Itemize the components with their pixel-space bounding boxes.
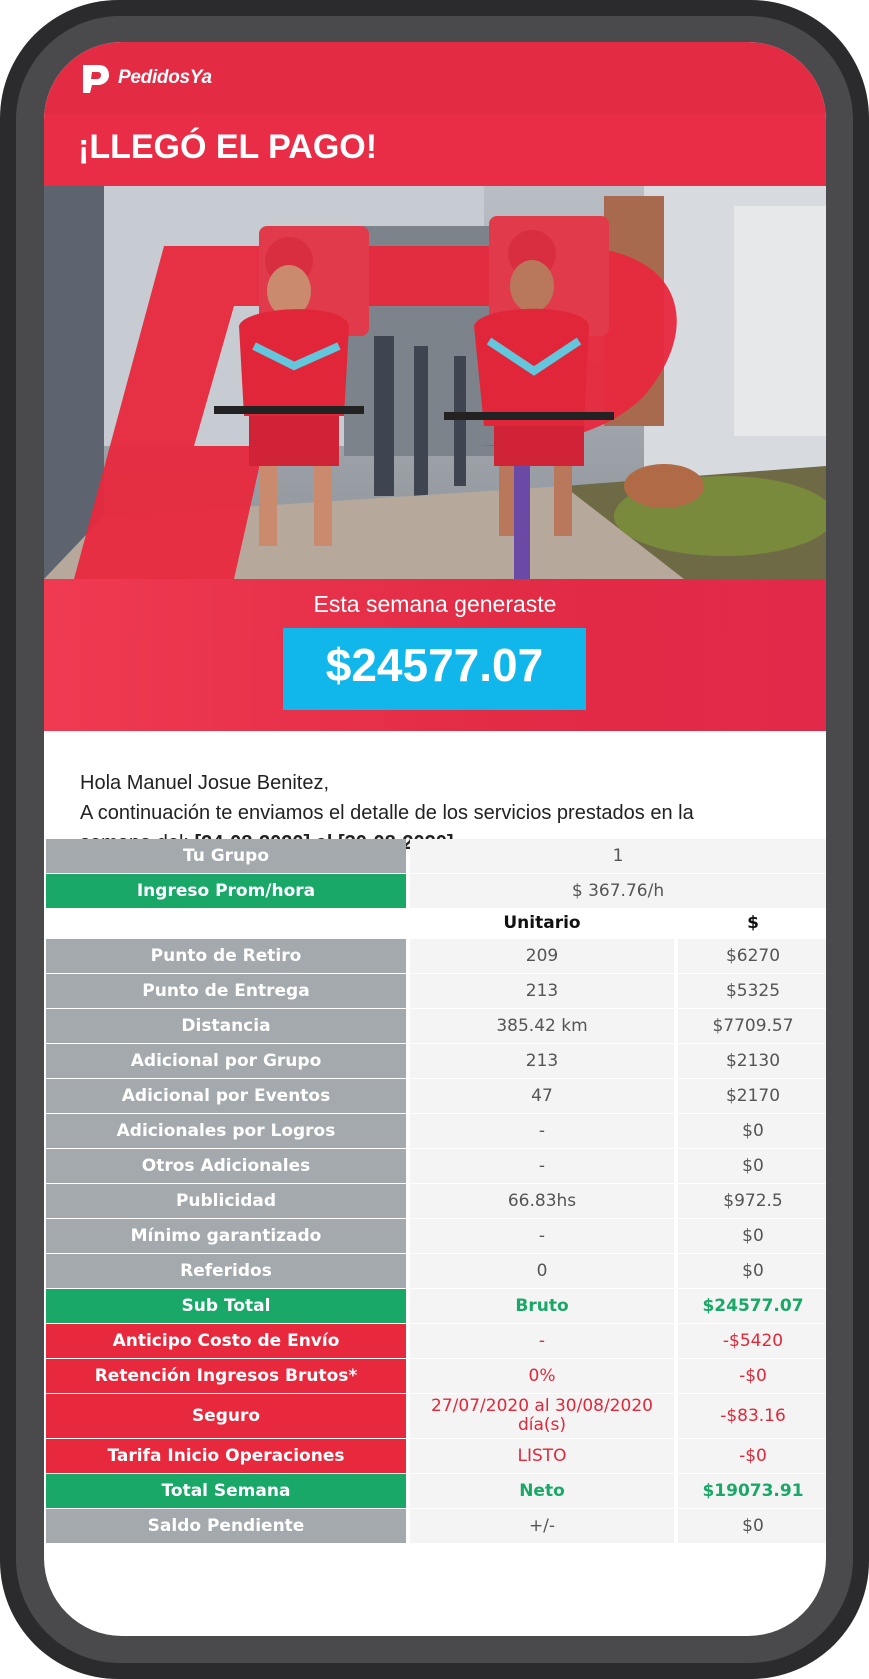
brand-header: PedidosYa	[44, 42, 826, 114]
column-amount-header: $	[747, 913, 759, 933]
row-label: Sub Total	[46, 1289, 406, 1323]
intro-line: A continuación te enviamos el detalle de…	[80, 802, 694, 824]
row-unit-value: 209	[410, 939, 674, 973]
row-unit-value: +/-	[410, 1509, 674, 1543]
row-label: Distancia	[46, 1009, 406, 1043]
email-screen[interactable]: PedidosYa ¡LLEGÓ EL PAGO! Esta semana ge…	[44, 42, 826, 1636]
earnings-amount: $24577.07	[325, 639, 544, 691]
row-amount-value: -$0	[678, 1439, 826, 1473]
row-amount-value: $0	[678, 1149, 826, 1183]
table-row: Otros Adicionales - $0	[46, 1149, 826, 1183]
summary-label: Tu Grupo	[46, 839, 406, 873]
row-label: Seguro	[46, 1394, 406, 1438]
column-unit-header: Unitario	[503, 913, 581, 933]
row-amount-value: $7709.57	[678, 1009, 826, 1043]
row-amount-value: -$5420	[678, 1324, 826, 1358]
table-row: Distancia 385.42 km $7709.57	[46, 1009, 826, 1043]
brand-name: PedidosYa	[118, 67, 212, 88]
row-unit-value: Neto	[410, 1474, 674, 1508]
row-amount-value: $0	[678, 1114, 826, 1148]
row-unit-value: Bruto	[410, 1289, 674, 1323]
pedidosya-logo: PedidosYa	[80, 60, 212, 96]
row-unit-value: -	[410, 1149, 674, 1183]
row-amount-value: $0	[678, 1509, 826, 1543]
table-row: Retención Ingresos Brutos* 0% -$0	[46, 1359, 826, 1393]
row-label: Total Semana	[46, 1474, 406, 1508]
row-amount-value: $2170	[678, 1079, 826, 1113]
table-row: Referidos 0 $0	[46, 1254, 826, 1288]
row-unit-value: 0	[410, 1254, 674, 1288]
earnings-amount-box: $24577.07	[283, 628, 586, 710]
hero-image	[44, 186, 826, 579]
row-amount-value: $5325	[678, 974, 826, 1008]
row-unit-value: -	[410, 1324, 674, 1358]
row-label: Adicional por Grupo	[46, 1044, 406, 1078]
greeting: Hola Manuel Josue Benitez,	[80, 772, 330, 794]
row-amount-value: $19073.91	[678, 1474, 826, 1508]
table-row: Publicidad 66.83hs $972.5	[46, 1184, 826, 1218]
row-label: Otros Adicionales	[46, 1149, 406, 1183]
hero-photo-couriers	[44, 186, 826, 579]
row-unit-value: 66.83hs	[410, 1184, 674, 1218]
table-row: Punto de Entrega 213 $5325	[46, 974, 826, 1008]
row-label: Punto de Entrega	[46, 974, 406, 1008]
row-label: Adicional por Eventos	[46, 1079, 406, 1113]
row-label: Adicionales por Logros	[46, 1114, 406, 1148]
table-row: Adicional por Eventos 47 $2170	[46, 1079, 826, 1113]
row-label: Anticipo Costo de Envío	[46, 1324, 406, 1358]
table-row: Adicional por Grupo 213 $2130	[46, 1044, 826, 1078]
table-row: Punto de Retiro 209 $6270	[46, 939, 826, 973]
earnings-label: Esta semana generaste	[313, 591, 557, 617]
earnings-banner: Esta semana generaste $24577.07	[44, 579, 826, 731]
row-unit-value: 27/07/2020 al 30/08/2020 día(s)	[410, 1394, 674, 1438]
table-row: Adicionales por Logros - $0	[46, 1114, 826, 1148]
row-amount-value: $972.5	[678, 1184, 826, 1218]
pedidosya-logo-icon	[83, 65, 109, 93]
row-amount-value: $0	[678, 1254, 826, 1288]
row-amount-value: -$0	[678, 1359, 826, 1393]
table-header: Unitario $	[46, 909, 826, 939]
headline-banner: ¡LLEGÓ EL PAGO!	[44, 114, 826, 186]
table-row: Mínimo garantizado - $0	[46, 1219, 826, 1253]
summary-row: Ingreso Prom/hora $ 367.76/h	[46, 874, 826, 908]
summary-row: Tu Grupo 1	[46, 839, 826, 873]
summary-value: $ 367.76/h	[410, 874, 826, 908]
table-row: Sub Total Bruto $24577.07	[46, 1289, 826, 1323]
table-row: Saldo Pendiente +/- $0	[46, 1509, 826, 1543]
row-label: Retención Ingresos Brutos*	[46, 1359, 406, 1393]
row-unit-value: -	[410, 1219, 674, 1253]
row-unit-value: 213	[410, 1044, 674, 1078]
table-row: Anticipo Costo de Envío - -$5420	[46, 1324, 826, 1358]
row-amount-value: $6270	[678, 939, 826, 973]
table-row: Tarifa Inicio Operaciones LISTO -$0	[46, 1439, 826, 1473]
row-label: Saldo Pendiente	[46, 1509, 406, 1543]
headline-text: ¡LLEGÓ EL PAGO!	[78, 128, 378, 166]
summary-label: Ingreso Prom/hora	[46, 874, 406, 908]
row-unit-value: 385.42 km	[410, 1009, 674, 1043]
row-amount-value: $24577.07	[678, 1289, 826, 1323]
row-label: Referidos	[46, 1254, 406, 1288]
row-label: Mínimo garantizado	[46, 1219, 406, 1253]
summary-value: 1	[410, 839, 826, 873]
row-amount-value: $0	[678, 1219, 826, 1253]
row-label: Tarifa Inicio Operaciones	[46, 1439, 406, 1473]
row-label: Punto de Retiro	[46, 939, 406, 973]
row-label: Publicidad	[46, 1184, 406, 1218]
table-row: Seguro 27/07/2020 al 30/08/2020 día(s) -$8…	[46, 1394, 826, 1438]
row-amount-value: -$83.16	[678, 1394, 826, 1438]
row-unit-value: 0%	[410, 1359, 674, 1393]
table-row: Total Semana Neto $19073.91	[46, 1474, 826, 1508]
row-unit-value: 47	[410, 1079, 674, 1113]
row-unit-value: 213	[410, 974, 674, 1008]
row-amount-value: $2130	[678, 1044, 826, 1078]
row-unit-value: -	[410, 1114, 674, 1148]
row-unit-value: LISTO	[410, 1439, 674, 1473]
